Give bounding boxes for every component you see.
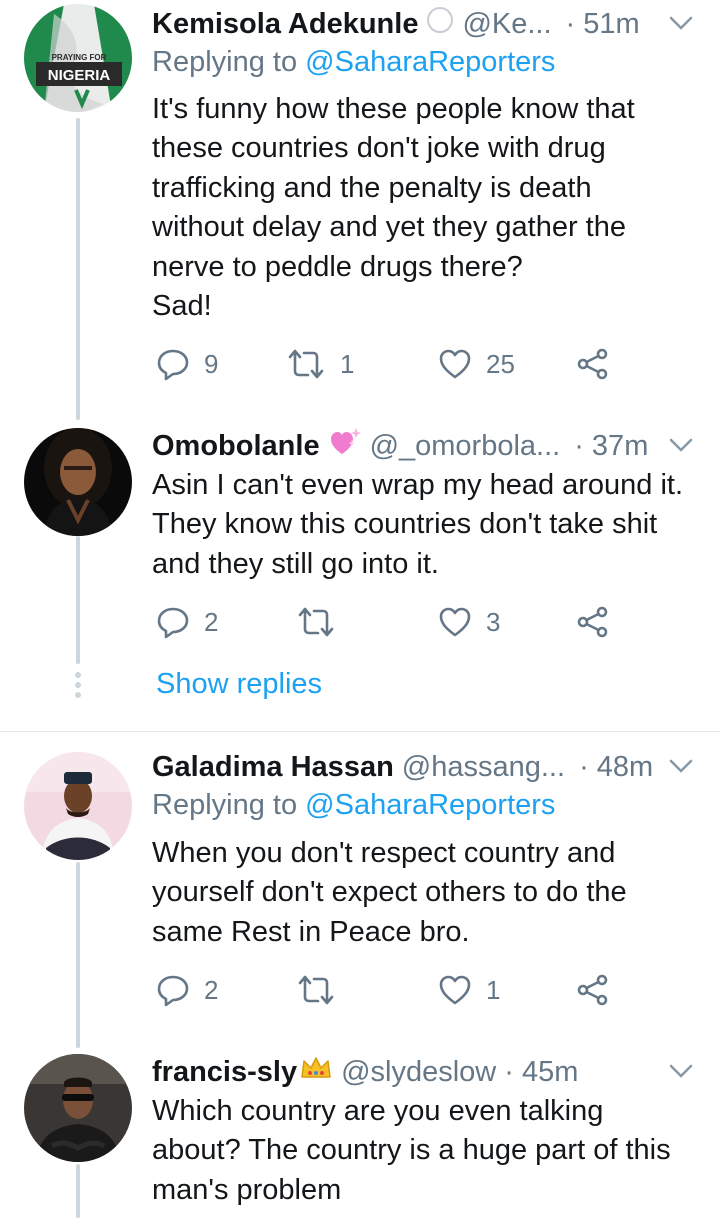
replying-to: Replying to @SaharaReporters [152, 789, 555, 822]
like-button[interactable]: 1 [438, 970, 500, 1010]
author-name[interactable]: Kemisola Adekunle [152, 8, 418, 41]
tweet-time[interactable]: · 45m [504, 1056, 578, 1089]
like-icon [439, 975, 471, 1005]
tweet-text: When you don't respect country and yours… [152, 837, 627, 948]
thread-line [76, 536, 80, 664]
replying-to-link[interactable]: @SaharaReporters [305, 46, 555, 78]
retweet-button[interactable] [296, 970, 336, 1010]
share-button[interactable] [576, 970, 610, 1010]
show-replies-link[interactable]: Show replies [156, 668, 322, 701]
replying-to-link[interactable]: @SaharaReporters [305, 789, 555, 821]
author-handle[interactable]: @slydeslow [341, 1056, 496, 1089]
author-name[interactable]: Galadima Hassan [152, 751, 394, 784]
reply-button[interactable]: 2 [156, 602, 218, 642]
tweet-header: Kemisola Adekunle @Ke... · 51m [152, 2, 696, 46]
reply-button[interactable]: 9 [156, 344, 218, 384]
tweet-time[interactable]: · 37m [574, 430, 648, 463]
avatar-francis[interactable] [24, 1054, 132, 1162]
share-icon [577, 974, 608, 1006]
reply-button[interactable]: 2 [156, 970, 218, 1010]
author-name[interactable]: francis-sly [152, 1056, 297, 1089]
chevron-down-icon[interactable] [666, 430, 696, 460]
like-icon [439, 607, 471, 637]
thread-line [76, 1164, 80, 1218]
chevron-down-icon[interactable] [666, 8, 696, 38]
retweet-icon [288, 349, 324, 379]
reply-icon [157, 975, 189, 1007]
tweet-header: francis-sly @slydeslow · 45m [152, 1050, 696, 1094]
avatar-galadima[interactable] [24, 752, 132, 860]
replying-label: Replying to [152, 46, 306, 78]
tweet-header: Omobolanle @_omorbola... · 37m [152, 424, 696, 468]
author-name[interactable]: Omobolanle [152, 430, 320, 463]
reply-count: 9 [204, 348, 219, 379]
like-count: 1 [486, 974, 501, 1005]
tweet-actions: 2 3 [152, 602, 632, 642]
retweet-button[interactable]: 1 [286, 344, 354, 384]
retweet-icon [298, 975, 334, 1005]
thread-line [76, 862, 80, 1048]
like-count: 3 [486, 606, 501, 637]
share-button[interactable] [576, 344, 610, 384]
divider [0, 731, 720, 732]
tweet-time[interactable]: · 48m [579, 751, 653, 784]
replying-to: Replying to @SaharaReporters [152, 46, 555, 79]
like-button[interactable]: 3 [438, 602, 500, 642]
retweet-count: 1 [340, 348, 355, 379]
author-handle[interactable]: @Ke... [462, 8, 551, 41]
avatar-kemisola[interactable]: PRAYING FOR NIGERIA [24, 4, 132, 112]
tweet-text: Asin I can't even wrap my head around it… [152, 469, 684, 580]
share-icon [577, 606, 608, 638]
crown-emoji-icon [299, 1055, 333, 1089]
verified-circle-icon [426, 6, 454, 42]
avatar-omobolanle[interactable] [24, 428, 132, 536]
tweet-actions: 9 1 25 [152, 344, 632, 384]
author-handle[interactable]: @_omorbola... [370, 430, 561, 463]
share-icon [577, 348, 608, 380]
reply-count: 2 [204, 606, 219, 637]
tweet-text: It's funny how these people know that th… [152, 93, 635, 323]
sparkle-heart-emoji-icon [328, 426, 362, 466]
like-button[interactable]: 25 [438, 344, 515, 384]
reply-icon [157, 607, 189, 639]
tweet-header: Galadima Hassan @hassang... · 48m [152, 745, 696, 789]
chevron-down-icon[interactable] [666, 751, 696, 781]
avatar-caption-main: NIGERIA [48, 67, 111, 84]
share-button[interactable] [576, 602, 610, 642]
replying-label: Replying to [152, 789, 306, 821]
reply-icon [157, 349, 189, 381]
author-handle[interactable]: @hassang... [402, 751, 565, 784]
tweet-text: Which country are you even talking about… [152, 1095, 671, 1206]
avatar-caption-small: PRAYING FOR [52, 53, 107, 62]
thread-continuation-dots [75, 672, 81, 702]
tweet-time[interactable]: · 51m [566, 8, 640, 41]
like-icon [439, 349, 471, 379]
reply-count: 2 [204, 974, 219, 1005]
chevron-down-icon[interactable] [666, 1056, 696, 1086]
retweet-button[interactable] [296, 602, 336, 642]
like-count: 25 [486, 348, 515, 379]
tweet-actions: 2 1 [152, 970, 632, 1010]
thread-line [76, 118, 80, 420]
retweet-icon [298, 607, 334, 637]
